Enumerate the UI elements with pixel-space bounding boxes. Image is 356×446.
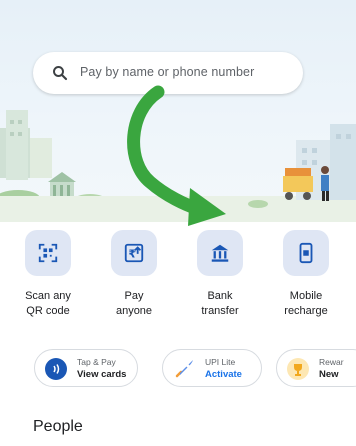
qr-code-icon bbox=[38, 243, 58, 263]
bank-transfer-button[interactable]: Bank transfer bbox=[181, 230, 259, 338]
mobile-recharge-button[interactable]: Mobile recharge bbox=[267, 230, 345, 338]
trophy-icon bbox=[287, 358, 309, 380]
pay-anyone-tile: ₹ bbox=[111, 230, 157, 276]
hero-illustration bbox=[0, 110, 356, 222]
search-icon bbox=[53, 66, 68, 81]
tap-and-pay-subtitle: View cards bbox=[77, 369, 127, 380]
tap-and-pay-title: Tap & Pay bbox=[77, 357, 116, 367]
rewards-subtitle: New bbox=[319, 369, 339, 380]
search-placeholder: Pay by name or phone number bbox=[80, 65, 255, 79]
tap-and-pay-chip[interactable]: Tap & Pay View cards bbox=[34, 349, 138, 387]
mobile-recharge-label: Mobile recharge bbox=[284, 290, 328, 317]
hero-banner: Pay by name or phone number bbox=[0, 0, 356, 222]
rocket-icon bbox=[175, 360, 193, 378]
contactless-icon bbox=[45, 358, 67, 380]
upi-lite-title: UPI Lite bbox=[205, 357, 236, 367]
upi-lite-chip[interactable]: UPI Lite Activate bbox=[162, 349, 262, 387]
rewards-title: Rewar bbox=[319, 357, 344, 367]
mobile-recharge-tile bbox=[283, 230, 329, 276]
people-section-title: People bbox=[33, 418, 83, 435]
bank-transfer-tile bbox=[197, 230, 243, 276]
scan-qr-tile bbox=[25, 230, 71, 276]
bank-transfer-label: Bank transfer bbox=[201, 290, 239, 317]
pay-anyone-icon: ₹ bbox=[124, 243, 144, 263]
scan-qr-button[interactable]: Scan any QR code bbox=[9, 230, 87, 338]
pay-anyone-label: Pay anyone bbox=[115, 290, 153, 317]
search-bar[interactable]: Pay by name or phone number bbox=[33, 52, 303, 94]
rewards-chip[interactable]: Rewar New bbox=[276, 349, 356, 387]
bank-icon bbox=[211, 244, 229, 262]
mobile-icon bbox=[299, 242, 313, 264]
scan-qr-label: Scan any QR code bbox=[25, 290, 71, 317]
upi-lite-subtitle: Activate bbox=[205, 369, 242, 380]
pay-anyone-button[interactable]: ₹ Pay anyone bbox=[95, 230, 173, 338]
